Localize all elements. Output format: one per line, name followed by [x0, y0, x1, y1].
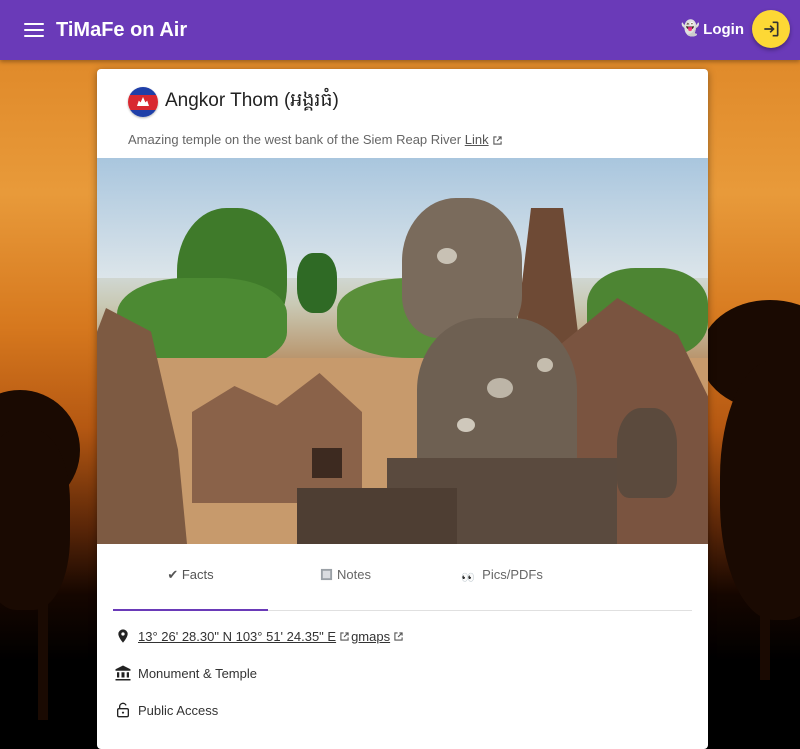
- category-text: Monument & Temple: [138, 665, 257, 681]
- description-text: Amazing temple on the west bank of the S…: [128, 132, 462, 147]
- notes-icon: [320, 568, 333, 581]
- monument-icon: [114, 664, 132, 682]
- coordinates-link[interactable]: 13° 26' 28.30" N 103° 51' 24.35" E: [138, 629, 336, 644]
- login-area[interactable]: 👻 Login: [681, 10, 790, 48]
- lock-open-icon: [114, 701, 132, 719]
- place-description: Amazing temple on the west bank of the S…: [128, 132, 708, 147]
- login-button[interactable]: [752, 10, 790, 48]
- external-link-icon: [492, 136, 502, 145]
- gmaps-link[interactable]: gmaps: [351, 629, 390, 644]
- place-card: Angkor Thom (អង្គរធំ) Amazing temple on …: [97, 69, 708, 749]
- location-pin-icon: [114, 627, 132, 645]
- facts-list: 13° 26' 28.30" N 103° 51' 24.35" E gmaps…: [97, 611, 708, 721]
- tab-bar: ✔ Facts Notes 👀 Pics/PDFs: [113, 560, 692, 611]
- external-link-icon: [394, 631, 403, 641]
- access-text: Public Access: [138, 702, 219, 718]
- top-app-bar: TiMaFe on Air 👻 Login: [0, 0, 800, 60]
- flag-icon: [128, 87, 158, 117]
- tab-notes-label: Notes: [337, 567, 371, 582]
- eyes-icon: 👀: [461, 572, 475, 584]
- app-title: TiMaFe on Air: [56, 18, 188, 41]
- external-link[interactable]: Link: [465, 132, 489, 147]
- place-title: Angkor Thom (អង្គរធំ): [165, 90, 339, 111]
- fact-category: Monument & Temple: [114, 662, 708, 684]
- tab-facts[interactable]: ✔ Facts: [113, 560, 268, 611]
- login-icon: [764, 21, 779, 37]
- fact-access: Public Access: [114, 699, 708, 721]
- tab-pics-label: Pics/PDFs: [482, 567, 543, 582]
- tab-pics-pdfs[interactable]: 👀 Pics/PDFs: [423, 560, 578, 610]
- menu-icon[interactable]: [24, 23, 44, 37]
- tab-facts-label: ✔ Facts: [167, 567, 214, 582]
- tab-notes[interactable]: Notes: [268, 560, 423, 610]
- login-label[interactable]: Login: [703, 21, 744, 38]
- ghost-icon: 👻: [681, 20, 700, 37]
- external-link-icon: [340, 631, 349, 641]
- place-photo: [97, 158, 708, 544]
- card-header: Angkor Thom (អង្គរធំ) Amazing temple on …: [97, 69, 708, 158]
- fact-coordinates: 13° 26' 28.30" N 103° 51' 24.35" E gmaps: [114, 625, 708, 647]
